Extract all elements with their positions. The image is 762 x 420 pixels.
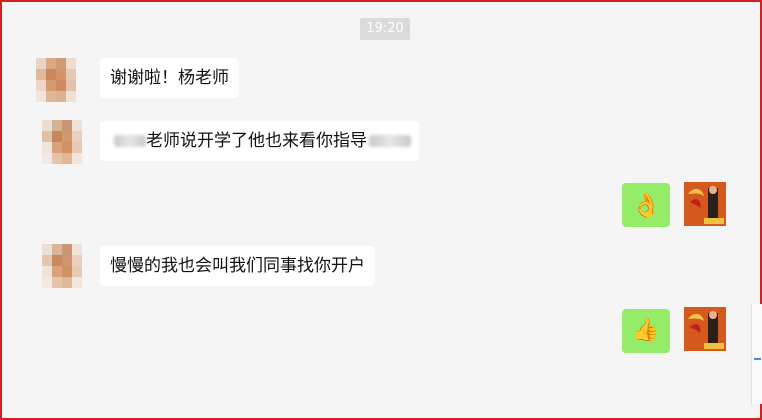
redacted-text <box>114 135 146 147</box>
scrollbar[interactable] <box>751 304 762 404</box>
message-bubble[interactable]: 谢谢啦！杨老师 <box>100 58 239 98</box>
message-bubble-self[interactable]: 👍 <box>622 309 670 353</box>
self-avatar[interactable] <box>684 307 726 351</box>
message-bubble[interactable]: 慢慢的我也会叫我们同事找你开户 <box>100 246 375 286</box>
self-avatar[interactable] <box>684 182 726 226</box>
chat-window-frame: 19:20 谢谢啦！杨老师 老师说开学了他也来看你指导 👌 慢慢的我也会叫我们同… <box>0 0 762 420</box>
message-timestamp: 19:20 <box>360 18 410 40</box>
message-text: 慢慢的我也会叫我们同事找你开户 <box>110 256 365 276</box>
contact-avatar[interactable] <box>36 58 76 102</box>
message-text: 老师说开学了他也来看你指导 <box>146 131 367 151</box>
avatar-image <box>684 307 726 351</box>
message-bubble-self[interactable]: 👌 <box>622 183 670 227</box>
thumbs-up-icon: 👍 <box>632 318 660 343</box>
contact-avatar[interactable] <box>42 244 82 288</box>
message-text: 谢谢啦！杨老师 <box>110 68 229 88</box>
redacted-text <box>369 135 411 147</box>
ok-hand-icon: 👌 <box>631 191 661 219</box>
contact-avatar[interactable] <box>42 120 82 164</box>
message-bubble[interactable]: 老师说开学了他也来看你指导 <box>100 121 419 161</box>
scrollbar-marker <box>754 358 761 360</box>
avatar-image <box>684 182 726 226</box>
